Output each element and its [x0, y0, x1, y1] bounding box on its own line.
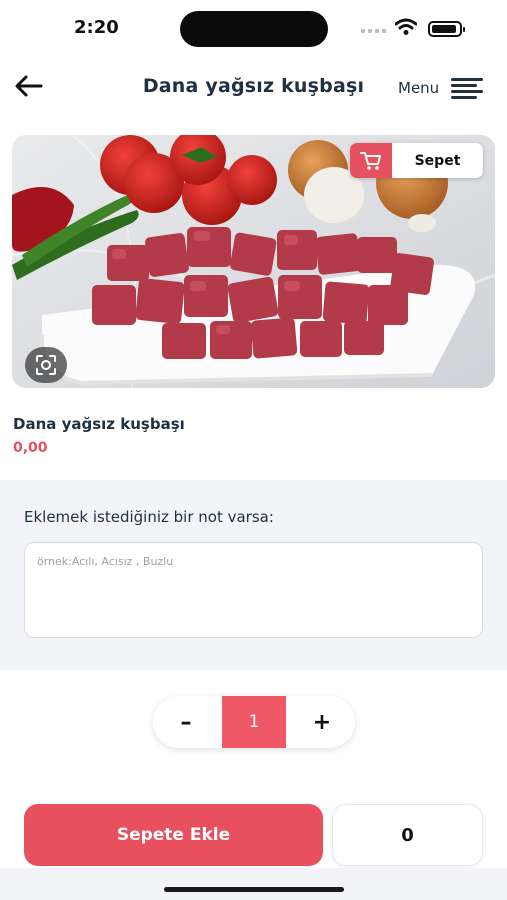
home-indicator[interactable] [164, 887, 344, 892]
product-price: 0,00 [13, 440, 48, 456]
menu-button[interactable]: Menu [398, 78, 484, 99]
battery-icon [428, 21, 465, 37]
status-time: 2:20 [74, 17, 119, 38]
note-label: Eklemek istediğiniz bir not varsa: [24, 508, 274, 526]
dynamic-island [180, 11, 328, 47]
increase-quantity-button[interactable]: + [289, 696, 355, 748]
cart-icon-box [350, 143, 392, 178]
note-section: Eklemek istediğiniz bir not varsa: [0, 480, 507, 670]
cart-label: Sepet [414, 152, 461, 169]
shopping-cart-icon [360, 151, 381, 170]
quantity-value: 1 [222, 696, 286, 748]
note-input[interactable] [24, 542, 483, 638]
image-zoom-button[interactable] [25, 347, 67, 383]
cellular-signal-icon [361, 29, 386, 33]
scan-lens-icon [36, 355, 56, 375]
decrease-quantity-button[interactable]: – [153, 696, 219, 748]
bottom-safe-area [0, 868, 507, 900]
product-name: Dana yağsız kuşbaşı [13, 415, 185, 433]
menu-label: Menu [398, 79, 440, 97]
header: Dana yağsız kuşbaşı Menu [0, 58, 507, 118]
wifi-icon [395, 18, 417, 35]
quantity-stepper: – 1 + [153, 696, 355, 748]
hamburger-menu-icon [451, 78, 484, 99]
total-amount: 0 [332, 804, 483, 866]
status-bar: 2:20 [0, 0, 507, 58]
add-to-cart-button[interactable]: Sepete Ekle [24, 804, 323, 866]
cart-button[interactable]: Sepet [350, 143, 483, 178]
